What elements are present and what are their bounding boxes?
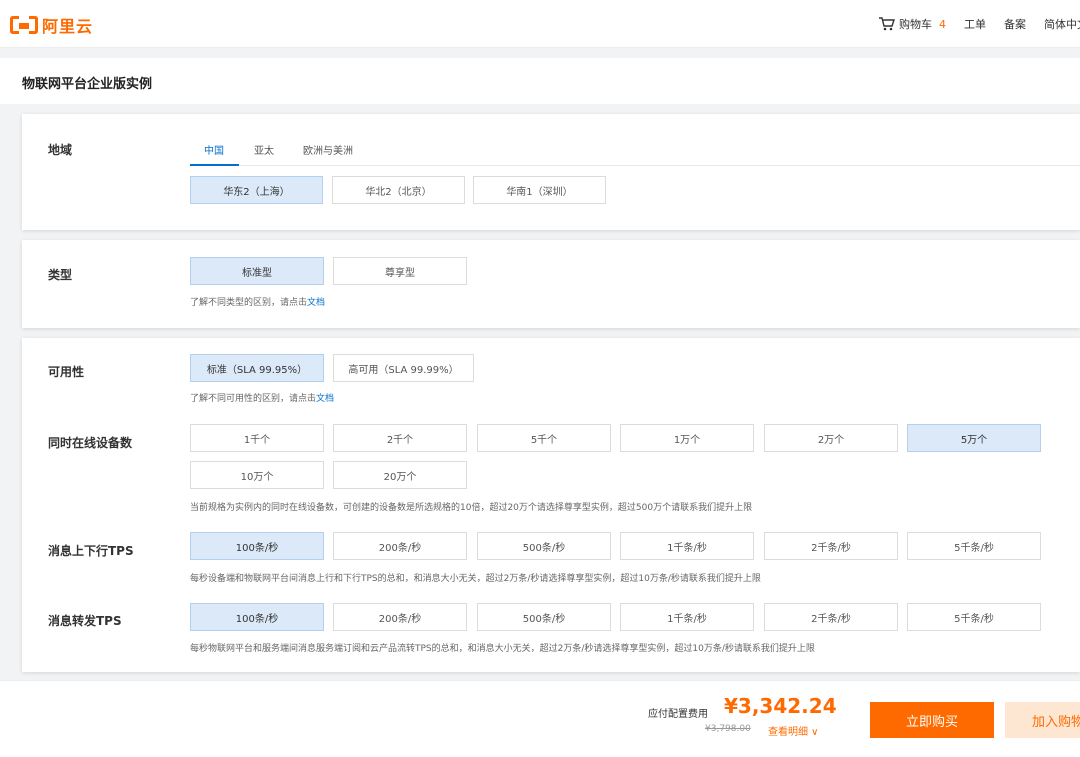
devices-option[interactable]: 2千个 bbox=[333, 424, 467, 452]
order-summary-bar: 应付配置费用 ¥3,342.24 ¥3,798.00 查看明细 ∨ 立即购买 加… bbox=[0, 680, 1080, 757]
devices-hint: 当前规格为实例内的同时在线设备数，可创建的设备数是所选规格的10倍，超过20万个… bbox=[190, 503, 753, 513]
availability-label: 可用性 bbox=[48, 365, 85, 379]
region-tabs: 中国 亚太 欧洲与美洲 bbox=[190, 136, 1080, 166]
add-to-cart-button[interactable]: 加入购物车 bbox=[1005, 702, 1080, 738]
devices-option[interactable]: 10万个 bbox=[190, 461, 324, 489]
forward-tps-option[interactable]: 2千条/秒 bbox=[764, 603, 898, 631]
top-navbar: 阿里云 购物车 4 工单 备案 简体中文 bbox=[0, 0, 1080, 48]
buy-now-button[interactable]: 立即购买 bbox=[870, 702, 994, 738]
tab-china[interactable]: 中国 bbox=[204, 142, 224, 157]
region-panel: 地域 中国 亚太 欧洲与美洲 华东2（上海） 华北2（北京） 华南1（深圳） bbox=[22, 114, 1080, 230]
availability-hint-text: 了解不同可用性的区别，请点击 bbox=[190, 394, 317, 404]
type-option-standard[interactable]: 标准型 bbox=[190, 257, 324, 285]
cart-link[interactable]: 购物车 4 bbox=[879, 16, 946, 32]
fee-label: 应付配置费用 bbox=[648, 709, 708, 720]
upstream-tps-option[interactable]: 2千条/秒 bbox=[764, 532, 898, 560]
upstream-tps-option[interactable]: 5千条/秒 bbox=[907, 532, 1041, 560]
tab-asia-pacific[interactable]: 亚太 bbox=[254, 142, 274, 157]
devices-option[interactable]: 1千个 bbox=[190, 424, 324, 452]
aliyun-logo[interactable]: 阿里云 bbox=[10, 14, 93, 36]
forward-tps-option[interactable]: 200条/秒 bbox=[333, 603, 467, 631]
type-doc-link[interactable]: 文档 bbox=[307, 298, 325, 308]
spec-panel: 可用性 标准（SLA 99.95%） 高可用（SLA 99.99%） 了解不同可… bbox=[22, 338, 1080, 672]
type-option-premium[interactable]: 尊享型 bbox=[333, 257, 467, 285]
upstream-tps-option[interactable]: 500条/秒 bbox=[477, 532, 611, 560]
devices-option[interactable]: 2万个 bbox=[764, 424, 898, 452]
cart-count-badge: 4 bbox=[939, 17, 946, 31]
forward-tps-label: 消息转发TPS bbox=[48, 614, 122, 628]
page-title-bar: 物联网平台企业版实例 bbox=[0, 58, 1080, 104]
upstream-tps-label: 消息上下行TPS bbox=[48, 544, 134, 558]
cart-label: 购物车 bbox=[899, 18, 932, 31]
devices-option[interactable]: 5千个 bbox=[477, 424, 611, 452]
region-option-shanghai[interactable]: 华东2（上海） bbox=[190, 176, 323, 204]
availability-hint: 了解不同可用性的区别，请点击文档 bbox=[190, 391, 334, 404]
brand-name: 阿里云 bbox=[42, 17, 94, 36]
type-hint: 了解不同类型的区别，请点击文档 bbox=[190, 295, 325, 308]
upstream-tps-option[interactable]: 200条/秒 bbox=[333, 532, 467, 560]
region-option-shenzhen[interactable]: 华南1（深圳） bbox=[473, 176, 606, 204]
view-details-link[interactable]: 查看明细 ∨ bbox=[768, 723, 819, 738]
aliyun-logo-icon bbox=[10, 16, 38, 34]
type-hint-text: 了解不同类型的区别，请点击 bbox=[190, 298, 308, 308]
forward-tps-option-selected[interactable]: 100条/秒 bbox=[190, 603, 324, 631]
type-panel: 类型 标准型 尊享型 了解不同类型的区别，请点击文档 bbox=[22, 240, 1080, 328]
type-label: 类型 bbox=[48, 268, 73, 282]
forward-tps-option[interactable]: 500条/秒 bbox=[477, 603, 611, 631]
original-price: ¥3,798.00 bbox=[705, 724, 751, 734]
shopping-cart-icon bbox=[879, 17, 895, 31]
language-selector[interactable]: 简体中文 bbox=[1044, 16, 1080, 32]
devices-option[interactable]: 1万个 bbox=[620, 424, 754, 452]
forward-tps-option[interactable]: 5千条/秒 bbox=[907, 603, 1041, 631]
region-label: 地域 bbox=[48, 143, 73, 157]
forward-tps-option[interactable]: 1千条/秒 bbox=[620, 603, 754, 631]
filing-link[interactable]: 备案 bbox=[1004, 16, 1026, 32]
top-nav-links: 购物车 4 工单 备案 简体中文 bbox=[879, 0, 1080, 48]
active-tab-indicator bbox=[190, 164, 239, 166]
devices-option[interactable]: 20万个 bbox=[333, 461, 467, 489]
region-option-beijing[interactable]: 华北2（北京） bbox=[332, 176, 465, 204]
forward-tps-hint: 每秒物联网平台和服务端间消息服务端订阅和云产品流转TPS的总和，和消息大小无关，… bbox=[190, 644, 815, 654]
availability-option-standard[interactable]: 标准（SLA 99.95%） bbox=[190, 354, 324, 382]
page-title: 物联网平台企业版实例 bbox=[22, 77, 153, 92]
devices-label: 同时在线设备数 bbox=[48, 436, 133, 450]
upstream-tps-option[interactable]: 1千条/秒 bbox=[620, 532, 754, 560]
availability-doc-link[interactable]: 文档 bbox=[316, 394, 334, 404]
total-price: ¥3,342.24 bbox=[724, 694, 837, 718]
upstream-tps-option-selected[interactable]: 100条/秒 bbox=[190, 532, 324, 560]
upstream-tps-hint: 每秒设备端和物联网平台间消息上行和下行TPS的总和，和消息大小无关，超过2万条/… bbox=[190, 574, 761, 584]
availability-option-high[interactable]: 高可用（SLA 99.99%） bbox=[333, 354, 474, 382]
devices-option-selected[interactable]: 5万个 bbox=[907, 424, 1041, 452]
tab-europe-americas[interactable]: 欧洲与美洲 bbox=[303, 142, 353, 157]
ticket-link[interactable]: 工单 bbox=[964, 16, 986, 32]
